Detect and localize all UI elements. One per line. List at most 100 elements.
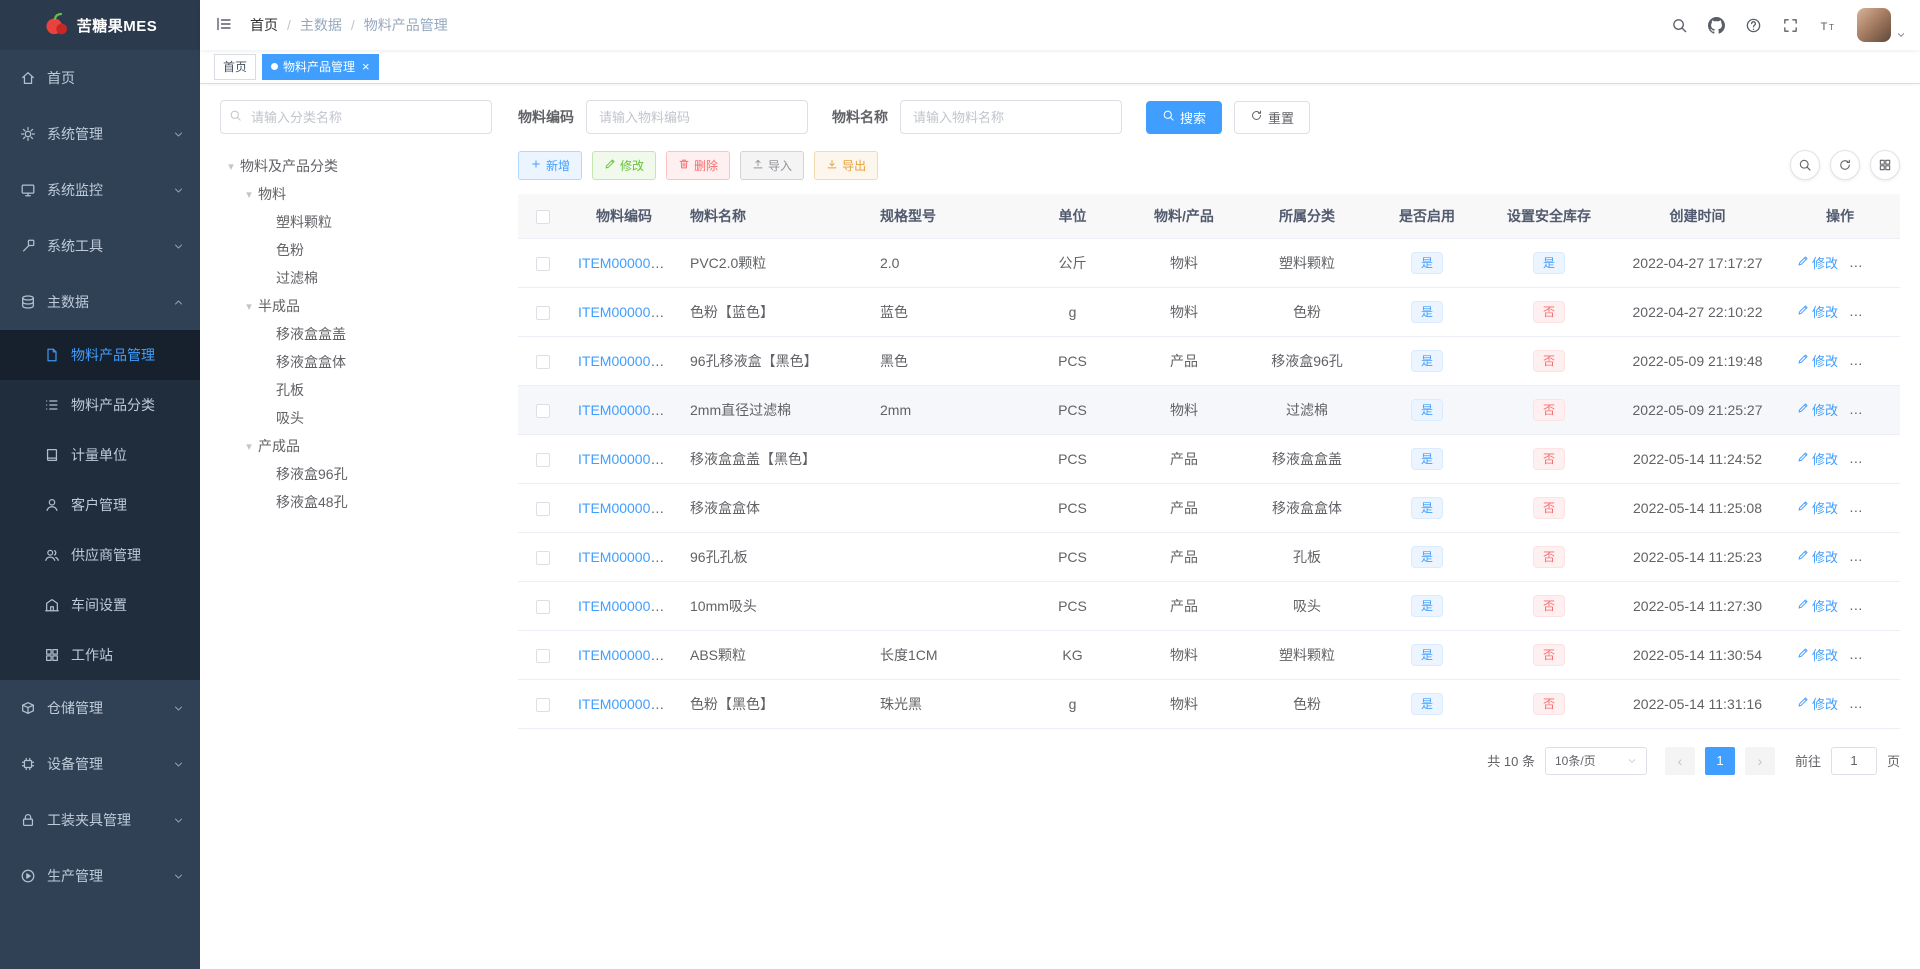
table-row[interactable]: ITEM00000056 色粉【黑色】 珠光黑 g 物料 色粉 是 否 2022… (518, 679, 1900, 729)
sidebar-item[interactable]: 设备管理 (0, 736, 200, 792)
delete-row-button[interactable]: 删除 (1856, 253, 1897, 272)
search-icon[interactable] (1662, 11, 1697, 40)
view-tag[interactable]: 首页 × (214, 53, 257, 80)
category-search-input[interactable] (220, 100, 492, 134)
edit-row-button[interactable]: 修改 (1797, 694, 1838, 713)
delete-row-button[interactable]: 删除 (1856, 547, 1897, 566)
table-row[interactable]: ITEM00000037 PVC2.0颗粒 2.0 公斤 物料 塑料颗粒 是 是… (518, 238, 1900, 288)
grid-icon[interactable] (1870, 150, 1900, 180)
material-code-link[interactable]: ITEM00000054 (578, 598, 674, 614)
tree-node[interactable]: ▾ 塑料颗粒 (220, 208, 492, 236)
material-code-link[interactable]: ITEM00000051 (578, 451, 674, 467)
material-code-link[interactable]: ITEM00000037 (578, 255, 674, 271)
toolbar-button[interactable]: 导出 (814, 150, 879, 180)
tree-node[interactable]: ▾ 色粉 (220, 236, 492, 264)
goto-page-input[interactable] (1830, 746, 1877, 775)
font-size-icon[interactable]: TT (1810, 11, 1845, 40)
sidebar-item[interactable]: 客户管理 (0, 480, 200, 530)
prev-page-button[interactable]: ‹ (1664, 746, 1695, 775)
tree-node[interactable]: ▾ 物料及产品分类 (220, 152, 492, 180)
refresh-icon[interactable] (1830, 150, 1860, 180)
material-code-link[interactable]: ITEM00000053 (578, 549, 674, 565)
select-all-checkbox[interactable] (536, 209, 550, 224)
material-code-link[interactable]: ITEM00000046 (578, 353, 674, 369)
reset-button[interactable]: 重置 (1234, 100, 1311, 134)
avatar[interactable] (1857, 8, 1891, 42)
table-row[interactable]: ITEM00000041 色粉【蓝色】 蓝色 g 物料 色粉 是 否 2022-… (518, 287, 1900, 337)
filter-input[interactable] (586, 100, 808, 134)
table-row[interactable]: ITEM00000054 10mm吸头 PCS 产品 吸头 是 否 2022-0… (518, 581, 1900, 631)
view-tag[interactable]: 物料产品管理 × (262, 53, 379, 80)
material-code-link[interactable]: ITEM00000041 (578, 304, 674, 320)
sidebar-toggle-button[interactable] (200, 0, 248, 50)
sidebar-item[interactable]: 系统管理 (0, 106, 200, 162)
sidebar-item[interactable]: 系统工具 (0, 218, 200, 274)
breadcrumb-item[interactable]: 物料产品管理 (364, 15, 448, 35)
search-button[interactable]: 搜索 (1146, 100, 1223, 134)
sidebar-item[interactable]: 首页 (0, 50, 200, 106)
tree-node[interactable]: ▾ 移液盒盒盖 (220, 320, 492, 348)
breadcrumb-item[interactable]: 主数据 (300, 15, 342, 35)
tree-node[interactable]: ▾ 半成品 (220, 292, 492, 320)
delete-row-button[interactable]: 删除 (1856, 449, 1897, 468)
sidebar-item[interactable]: 计量单位 (0, 430, 200, 480)
delete-row-button[interactable]: 删除 (1856, 694, 1897, 713)
row-checkbox[interactable] (536, 648, 550, 663)
tree-node[interactable]: ▾ 孔板 (220, 376, 492, 404)
table-row[interactable]: ITEM00000053 96孔孔板 PCS 产品 孔板 是 否 2022-05… (518, 532, 1900, 582)
sidebar-item[interactable]: 系统监控 (0, 162, 200, 218)
filter-input[interactable] (900, 100, 1122, 134)
material-code-link[interactable]: ITEM00000052 (578, 500, 674, 516)
sidebar-item[interactable]: 工作站 (0, 630, 200, 680)
question-icon[interactable] (1736, 11, 1771, 40)
page-size-select[interactable]: 10条/页 (1544, 746, 1647, 775)
delete-row-button[interactable]: 删除 (1856, 596, 1897, 615)
edit-row-button[interactable]: 修改 (1797, 253, 1838, 272)
edit-row-button[interactable]: 修改 (1797, 400, 1838, 419)
breadcrumb-item[interactable]: 首页 (250, 15, 278, 35)
edit-row-button[interactable]: 修改 (1797, 547, 1838, 566)
sidebar-item[interactable]: 车间设置 (0, 580, 200, 630)
toolbar-button[interactable]: 删除 (666, 150, 731, 180)
toolbar-button[interactable]: 导入 (740, 150, 805, 180)
tree-node[interactable]: ▾ 移液盒盒体 (220, 348, 492, 376)
row-checkbox[interactable] (536, 354, 550, 369)
sidebar-item[interactable]: 物料产品分类 (0, 380, 200, 430)
tree-node[interactable]: ▾ 产成品 (220, 432, 492, 460)
delete-row-button[interactable]: 删除 (1856, 645, 1897, 664)
app-logo[interactable]: 苦糖果MES (0, 0, 200, 50)
sidebar-item[interactable]: 主数据 (0, 274, 200, 330)
table-row[interactable]: ITEM00000046 96孔移液盒【黑色】 黑色 PCS 产品 移液盒96孔… (518, 336, 1900, 386)
edit-row-button[interactable]: 修改 (1797, 645, 1838, 664)
tree-node[interactable]: ▾ 移液盒96孔 (220, 460, 492, 488)
edit-row-button[interactable]: 修改 (1797, 302, 1838, 321)
tree-node[interactable]: ▾ 移液盒48孔 (220, 488, 492, 516)
close-icon[interactable]: × (362, 60, 370, 73)
tree-node[interactable]: ▾ 过滤棉 (220, 264, 492, 292)
material-code-link[interactable]: ITEM00000049 (578, 402, 674, 418)
edit-row-button[interactable]: 修改 (1797, 498, 1838, 517)
table-row[interactable]: ITEM00000051 移液盒盒盖【黑色】 PCS 产品 移液盒盒盖 是 否 … (518, 434, 1900, 484)
current-page-button[interactable]: 1 (1704, 746, 1735, 775)
tree-node[interactable]: ▾ 物料 (220, 180, 492, 208)
edit-row-button[interactable]: 修改 (1797, 596, 1838, 615)
row-checkbox[interactable] (536, 256, 550, 271)
sidebar-item[interactable]: 物料产品管理 (0, 330, 200, 380)
row-checkbox[interactable] (536, 305, 550, 320)
edit-row-button[interactable]: 修改 (1797, 449, 1838, 468)
toolbar-button[interactable]: 新增 (518, 150, 583, 180)
row-checkbox[interactable] (536, 697, 550, 712)
search-icon[interactable] (1790, 150, 1820, 180)
table-row[interactable]: ITEM00000049 2mm直径过滤棉 2mm PCS 物料 过滤棉 是 否… (518, 385, 1900, 435)
row-checkbox[interactable] (536, 599, 550, 614)
sidebar-item[interactable]: 仓储管理 (0, 680, 200, 736)
row-checkbox[interactable] (536, 403, 550, 418)
tree-node[interactable]: ▾ 吸头 (220, 404, 492, 432)
github-icon[interactable] (1699, 11, 1734, 40)
sidebar-item[interactable]: 生产管理 (0, 848, 200, 904)
table-row[interactable]: ITEM00000055 ABS颗粒 长度1CM KG 物料 塑料颗粒 是 否 … (518, 630, 1900, 680)
delete-row-button[interactable]: 删除 (1856, 400, 1897, 419)
delete-row-button[interactable]: 删除 (1856, 498, 1897, 517)
row-checkbox[interactable] (536, 501, 550, 516)
row-checkbox[interactable] (536, 452, 550, 467)
